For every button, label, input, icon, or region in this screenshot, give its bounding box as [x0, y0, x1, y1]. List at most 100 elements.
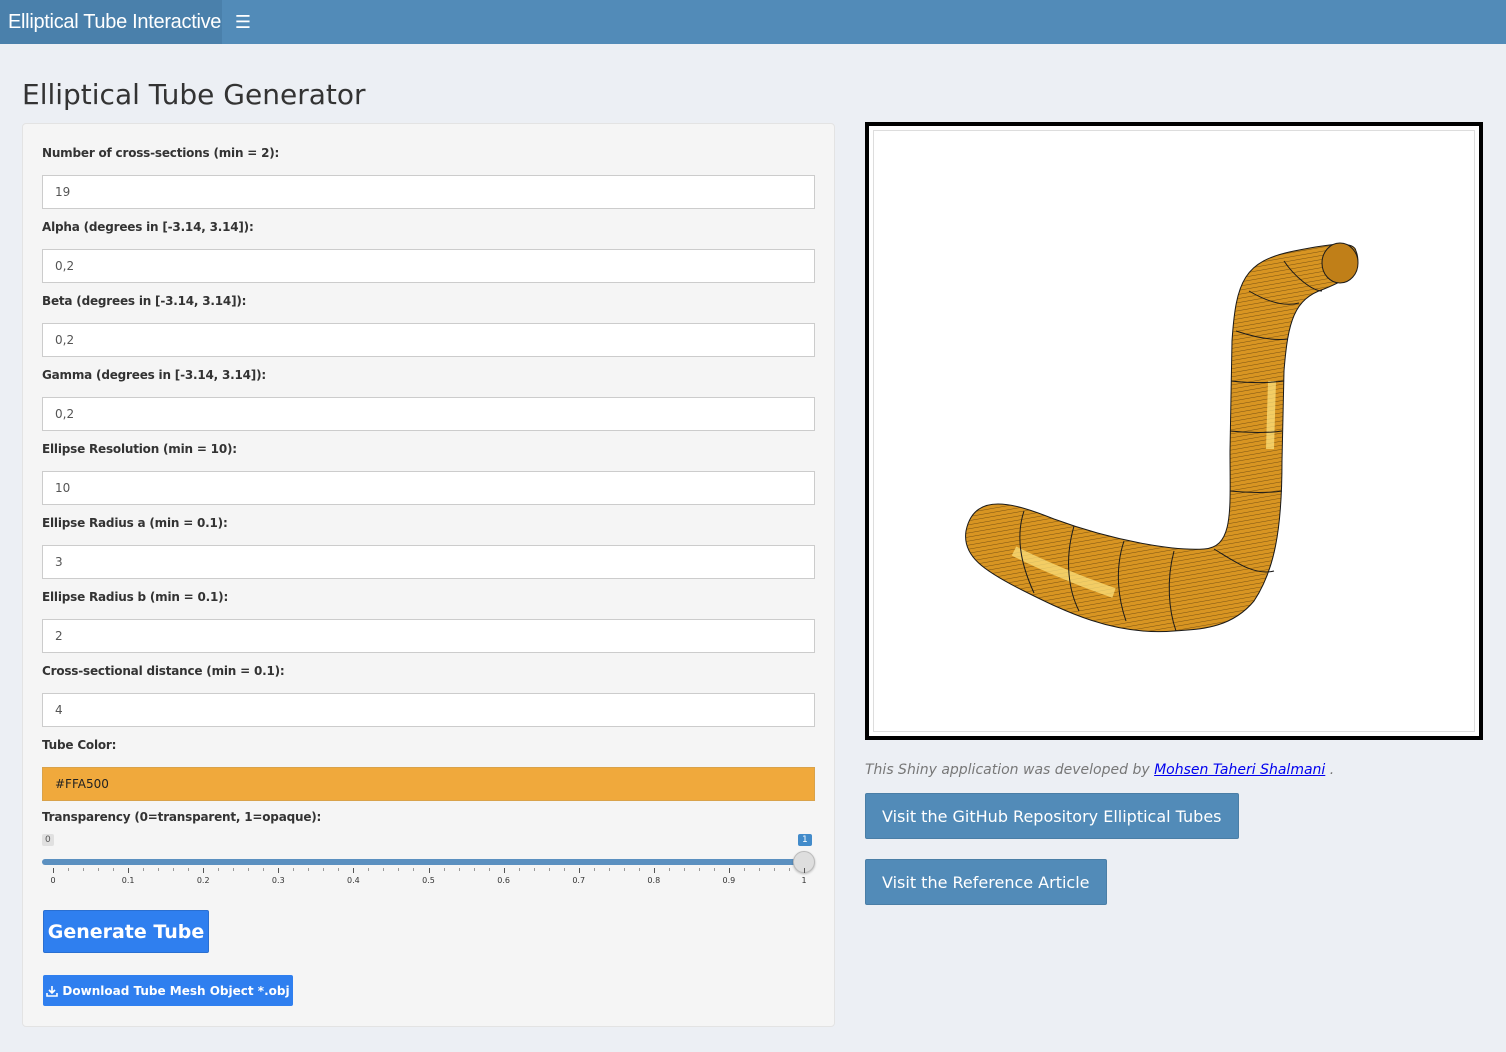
- slider-tick: [578, 868, 580, 873]
- slider-tick: [804, 868, 805, 873]
- slider-minor-tick: [368, 868, 370, 871]
- slider-value-label: 1: [798, 834, 812, 846]
- radius-b-input[interactable]: [42, 619, 815, 653]
- slider-minor-tick: [473, 868, 475, 871]
- slider-minor-tick: [548, 868, 550, 871]
- author-link[interactable]: Mohsen Taheri Shalmani: [1154, 762, 1325, 778]
- beta-field: Beta (degrees in [-3.14, 3.14]):: [42, 294, 815, 357]
- slider-minor-tick: [68, 868, 70, 871]
- slider-minor-tick: [323, 868, 325, 871]
- radius-a-field: Ellipse Radius a (min = 0.1):: [42, 516, 815, 579]
- tube-3d-viewer[interactable]: [865, 122, 1483, 740]
- slider-minor-tick: [533, 868, 535, 871]
- tube-render: [965, 242, 1359, 633]
- slider-tick: [278, 868, 280, 873]
- slider-min-label: 0: [42, 834, 54, 846]
- slider-minor-tick: [683, 868, 685, 871]
- slider-tick-label: 0.4: [347, 876, 360, 885]
- slider-minor-tick: [713, 868, 715, 871]
- slider-track[interactable]: [42, 859, 804, 865]
- transparency-label: Transparency (0=transparent, 1=opaque):: [42, 810, 322, 824]
- ellipse-resolution-input[interactable]: [42, 471, 815, 505]
- slider-tick: [503, 868, 505, 873]
- slider-minor-tick: [83, 868, 85, 871]
- tube-color-input[interactable]: #FFA500: [42, 767, 815, 801]
- slider-minor-tick: [308, 868, 310, 871]
- slider-minor-tick: [563, 868, 565, 871]
- download-label: Download Tube Mesh Object *.obj: [62, 983, 290, 998]
- beta-label: Beta (degrees in [-3.14, 3.14]):: [42, 294, 247, 308]
- slider-tick: [128, 868, 130, 873]
- beta-input[interactable]: [42, 323, 815, 357]
- slider-minor-tick: [413, 868, 415, 871]
- slider-tick-label: 0.2: [196, 876, 210, 885]
- input-panel: Number of cross-sections (min = 2): Alph…: [22, 123, 835, 1027]
- slider-minor-tick: [188, 868, 190, 871]
- slider-tick-label: 0.9: [722, 876, 736, 885]
- slider-minor-tick: [638, 868, 640, 871]
- generate-tube-button[interactable]: Generate Tube: [43, 910, 209, 953]
- slider-minor-tick: [158, 868, 160, 871]
- cross-sections-label: Number of cross-sections (min = 2):: [42, 146, 280, 160]
- cross-sections-input[interactable]: [42, 175, 815, 209]
- reference-article-button[interactable]: Visit the Reference Article: [865, 859, 1107, 905]
- slider-tick: [353, 868, 355, 873]
- slider-minor-tick: [398, 868, 400, 871]
- slider-minor-tick: [773, 868, 775, 871]
- slider-minor-tick: [488, 868, 490, 871]
- slider-tick-label: 1: [801, 876, 807, 885]
- slider-tick: [53, 868, 54, 873]
- slider-tick: [203, 868, 205, 873]
- slider-minor-tick: [293, 868, 295, 871]
- slider-minor-tick: [743, 868, 745, 871]
- slider-tick-label: 0.6: [497, 876, 510, 885]
- slider-tick: [653, 868, 655, 873]
- alpha-input[interactable]: [42, 249, 815, 283]
- slider-minor-tick: [248, 868, 250, 871]
- credit-text: This Shiny application was developed by …: [865, 762, 1334, 778]
- tube-color-field: Tube Color: #FFA500: [42, 738, 815, 801]
- slider-minor-tick: [173, 868, 175, 871]
- slider-tick-label: 0.7: [572, 876, 586, 885]
- slider-minor-tick: [113, 868, 115, 871]
- cross-distance-label: Cross-sectional distance (min = 0.1):: [42, 664, 285, 678]
- slider-minor-tick: [608, 868, 610, 871]
- slider-tick-label: 0.1: [121, 876, 135, 885]
- alpha-label: Alpha (degrees in [-3.14, 3.14]):: [42, 220, 254, 234]
- tube-mesh: [965, 242, 1359, 633]
- github-repo-button[interactable]: Visit the GitHub Repository Elliptical T…: [865, 793, 1239, 839]
- app-brand[interactable]: Elliptical Tube Interactive: [0, 0, 222, 44]
- credit-suffix: .: [1329, 762, 1335, 778]
- ellipse-resolution-label: Ellipse Resolution (min = 10):: [42, 442, 237, 456]
- slider-minor-tick: [698, 868, 700, 871]
- slider-tick-label: 0: [50, 876, 56, 885]
- navbar: Elliptical Tube Interactive ☰: [0, 0, 1506, 44]
- slider-minor-tick: [788, 868, 790, 871]
- slider-minor-tick: [668, 868, 670, 871]
- slider-minor-tick: [263, 868, 265, 871]
- slider-tick-label: 0.3: [271, 876, 285, 885]
- radius-b-label: Ellipse Radius b (min = 0.1):: [42, 590, 229, 604]
- radius-a-label: Ellipse Radius a (min = 0.1):: [42, 516, 228, 530]
- radius-a-input[interactable]: [42, 545, 815, 579]
- cross-sections-field: Number of cross-sections (min = 2):: [42, 146, 815, 209]
- slider-minor-tick: [233, 868, 235, 871]
- hamburger-icon[interactable]: ☰: [222, 0, 264, 44]
- download-mesh-button[interactable]: Download Tube Mesh Object *.obj: [43, 975, 293, 1006]
- ellipse-resolution-field: Ellipse Resolution (min = 10):: [42, 442, 815, 505]
- transparency-slider: Transparency (0=transparent, 1=opaque): …: [42, 810, 815, 890]
- download-icon: [46, 985, 59, 997]
- slider-minor-tick: [338, 868, 340, 871]
- slider-minor-tick: [593, 868, 595, 871]
- gamma-label: Gamma (degrees in [-3.14, 3.14]):: [42, 368, 266, 382]
- slider-tick-label: 0.8: [647, 876, 661, 885]
- slider-minor-tick: [218, 868, 220, 871]
- gamma-input[interactable]: [42, 397, 815, 431]
- viewer-canvas[interactable]: [873, 130, 1475, 732]
- gamma-field: Gamma (degrees in [-3.14, 3.14]):: [42, 368, 815, 431]
- tube-color-label: Tube Color:: [42, 738, 117, 752]
- slider-minor-tick: [383, 868, 385, 871]
- cross-distance-input[interactable]: [42, 693, 815, 727]
- cross-distance-field: Cross-sectional distance (min = 0.1):: [42, 664, 815, 727]
- slider-minor-tick: [518, 868, 520, 871]
